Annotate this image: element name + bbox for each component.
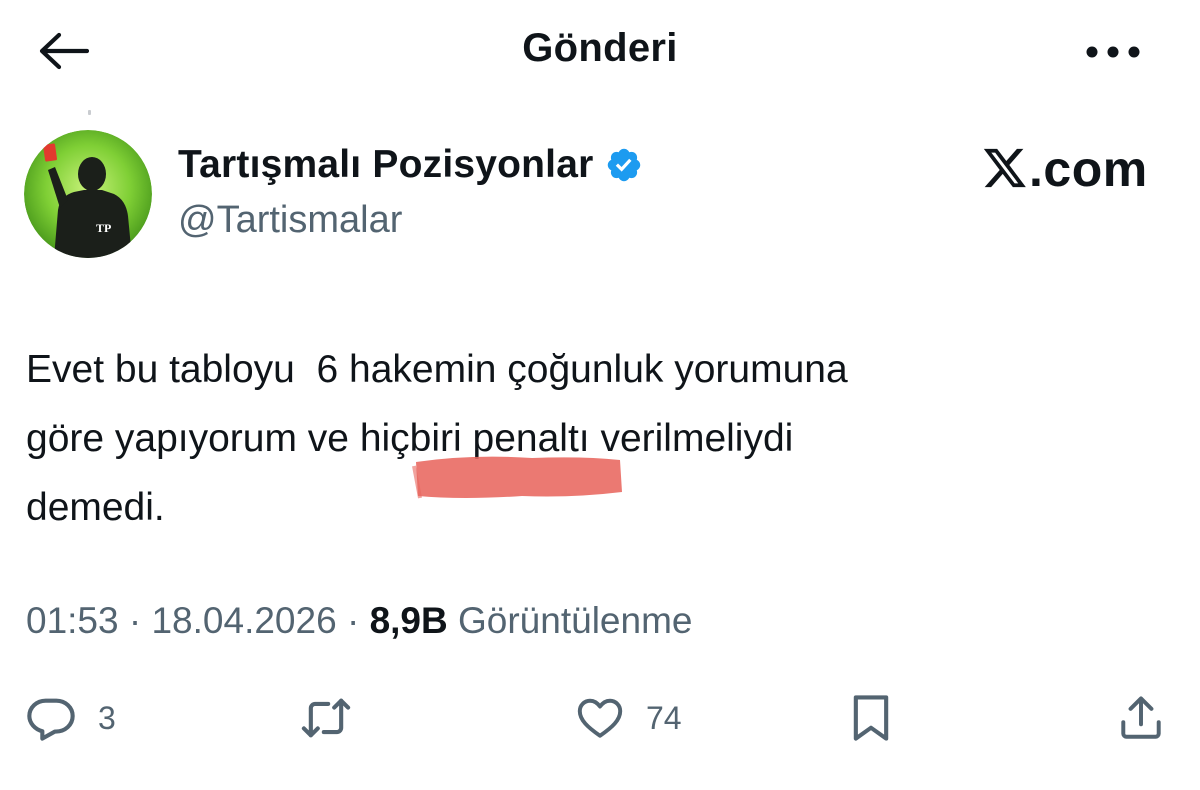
post-detail-page: Gönderi TP Tartışmalı Pozisyonlar @Tarti… bbox=[0, 0, 1200, 790]
x-com-watermark: .com bbox=[982, 140, 1148, 198]
like-button[interactable]: 74 bbox=[574, 690, 682, 746]
reply-icon bbox=[24, 692, 78, 744]
post-time: 01:53 bbox=[26, 600, 119, 641]
post-meta: 01:53 · 18.04.2026 · 8,9B Görüntülenme bbox=[26, 600, 692, 642]
author-name: Tartışmalı Pozisyonlar bbox=[178, 143, 594, 186]
share-icon bbox=[1116, 692, 1166, 744]
watermark-text: .com bbox=[1029, 141, 1148, 197]
bookmark-icon bbox=[848, 692, 894, 744]
top-bar: Gönderi bbox=[0, 0, 1200, 100]
author-name-link[interactable]: Tartışmalı Pozisyonlar bbox=[178, 143, 643, 187]
page-title: Gönderi bbox=[522, 26, 678, 70]
bookmark-button[interactable] bbox=[848, 690, 894, 746]
tweet-text: Evet bu tabloyu 6 hakemin çoğunluk yorum… bbox=[26, 348, 848, 529]
reply-count: 3 bbox=[98, 699, 116, 736]
views-count[interactable]: 8,9B bbox=[370, 600, 448, 641]
views-label: Görüntülenme bbox=[458, 600, 693, 641]
more-horizontal-icon bbox=[1085, 45, 1141, 59]
more-options-button[interactable] bbox=[1082, 30, 1144, 74]
heart-icon bbox=[574, 693, 626, 743]
meta-separator: · bbox=[128, 600, 142, 641]
like-count: 74 bbox=[646, 699, 682, 736]
repost-icon bbox=[296, 692, 356, 744]
post-date: 18.04.2026 bbox=[151, 600, 337, 641]
avatar[interactable]: TP bbox=[24, 130, 152, 258]
reply-button[interactable]: 3 bbox=[24, 690, 116, 746]
repost-button[interactable] bbox=[296, 690, 356, 746]
x-logo-icon bbox=[982, 147, 1028, 191]
author-handle[interactable]: @Tartismalar bbox=[178, 199, 402, 242]
avatar-badge-text: TP bbox=[96, 221, 111, 235]
share-button[interactable] bbox=[1116, 690, 1166, 746]
meta-separator: · bbox=[346, 600, 360, 641]
decorative-dot bbox=[88, 110, 91, 115]
verified-badge-icon bbox=[605, 146, 643, 184]
action-bar: 3 74 bbox=[0, 690, 1200, 750]
